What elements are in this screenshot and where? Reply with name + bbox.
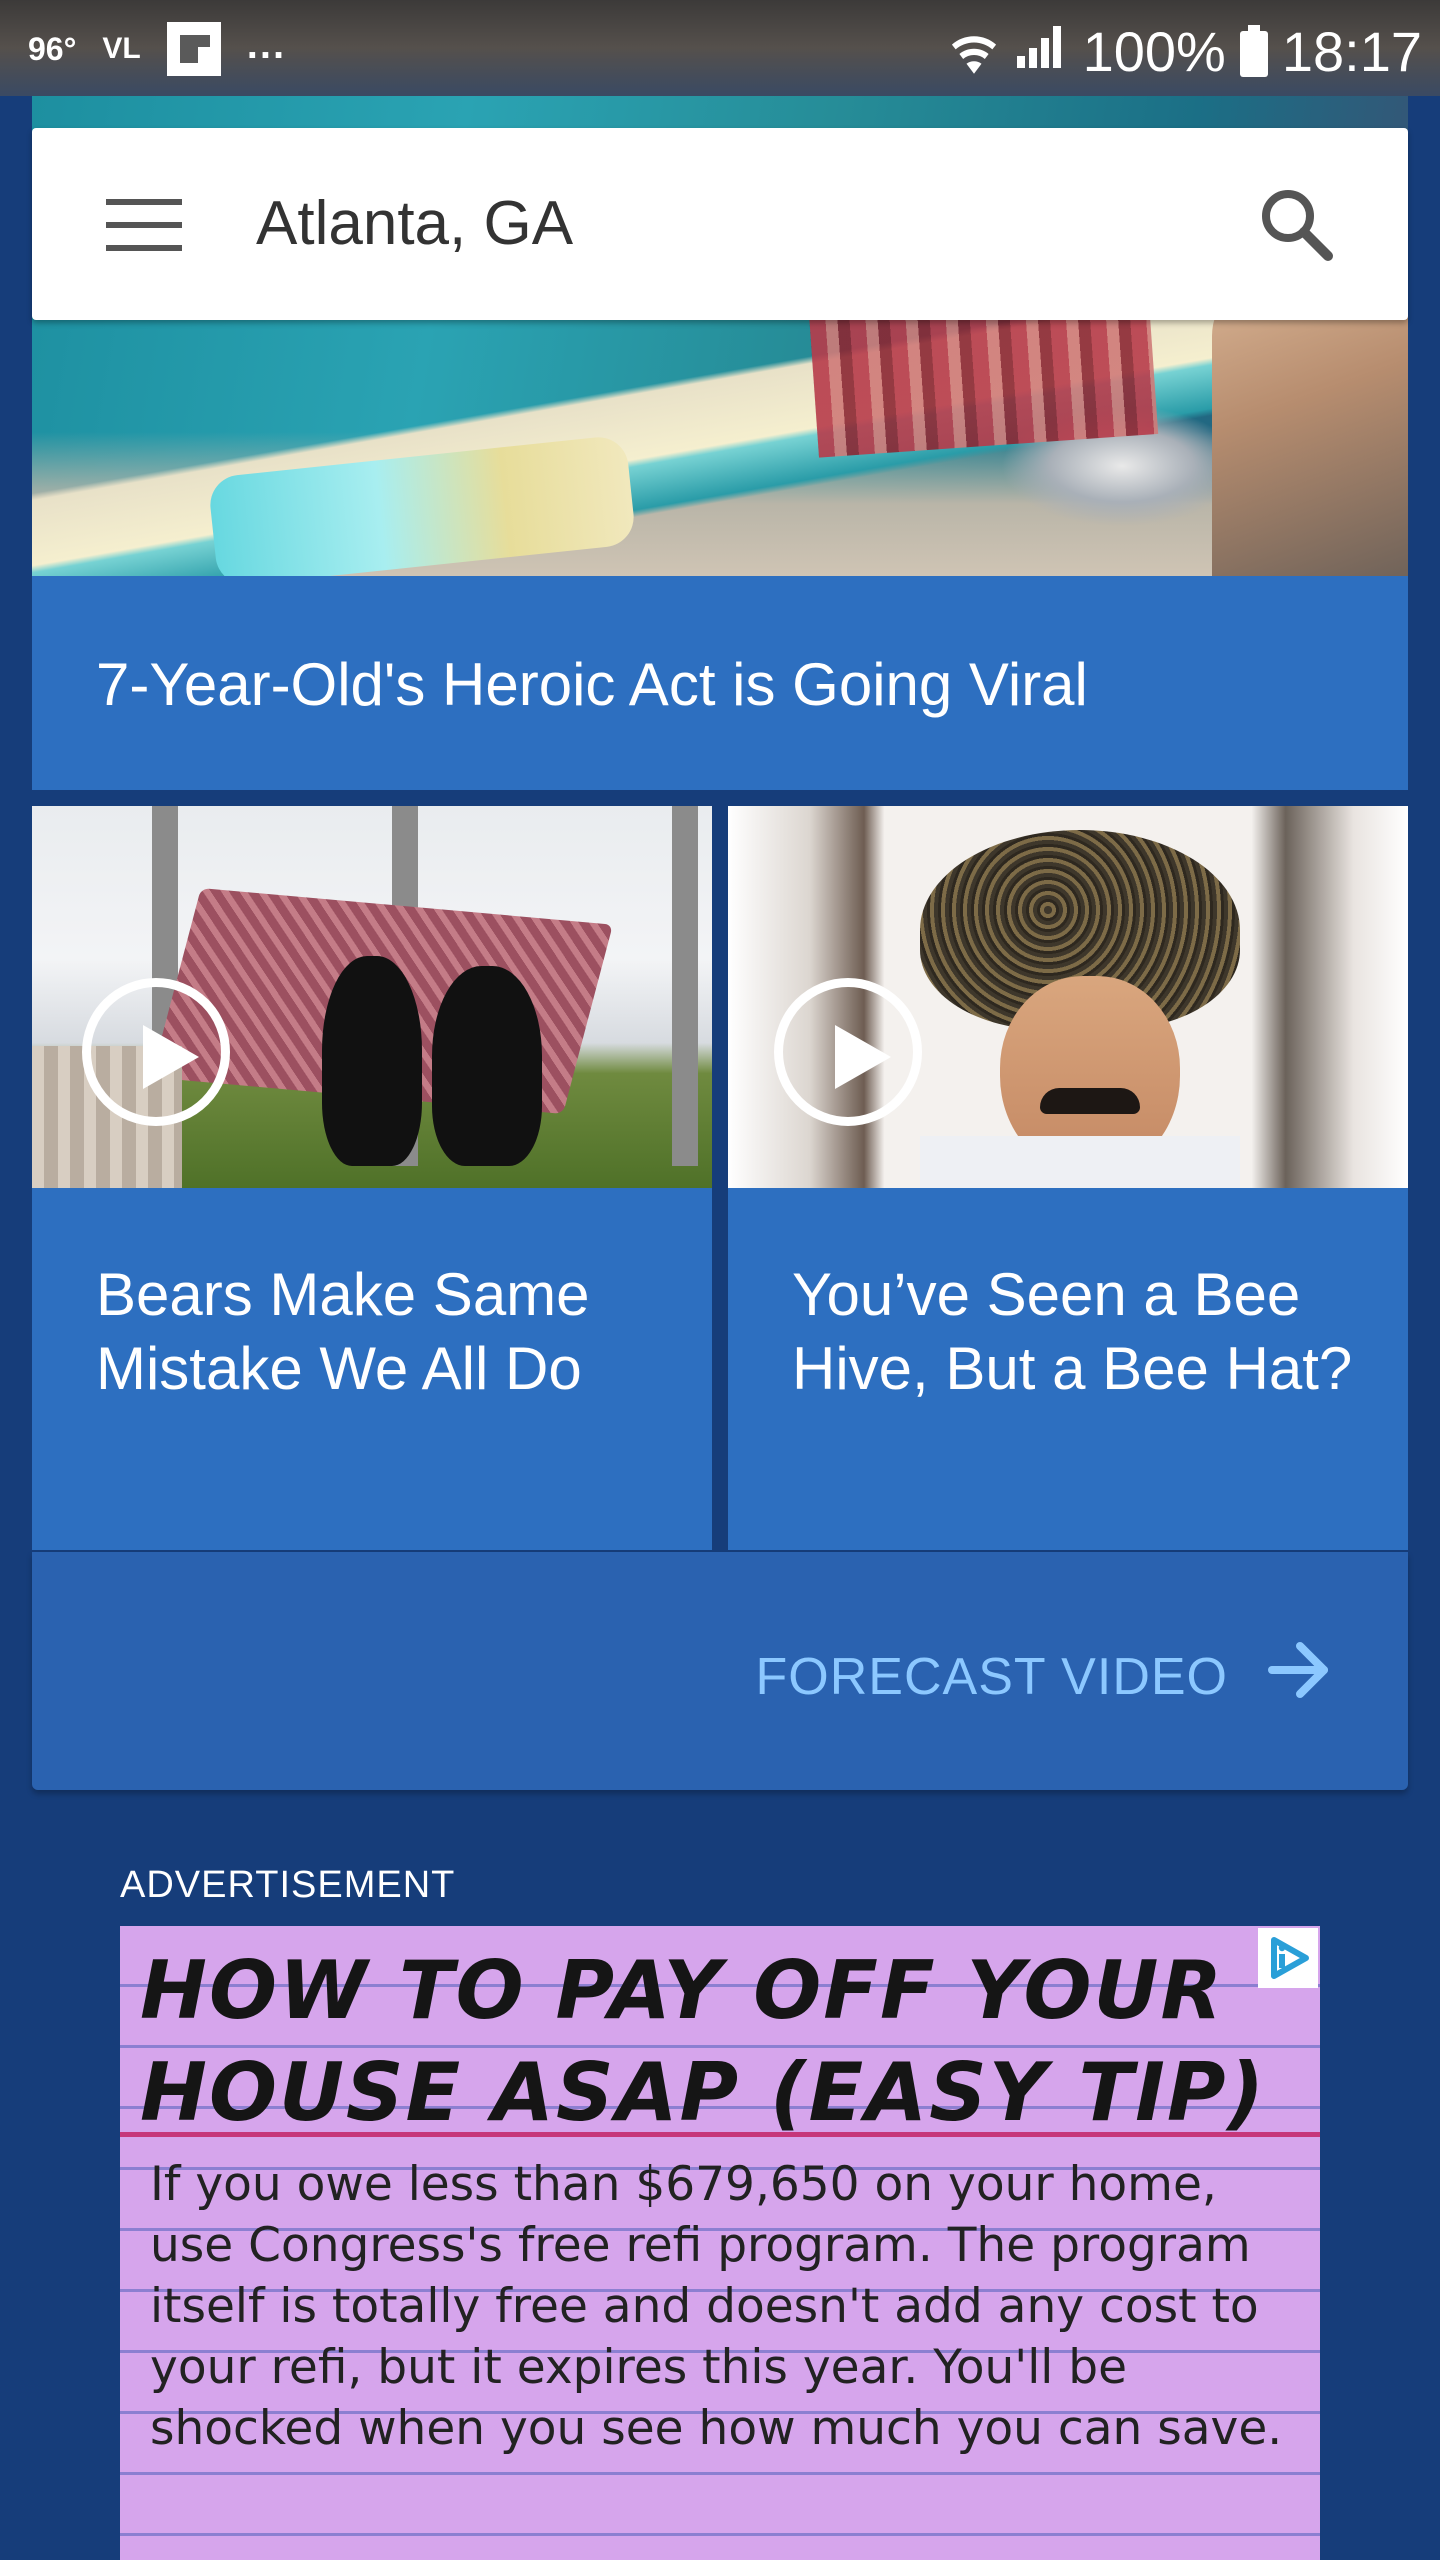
video-thumbnail-bee-hat[interactable] [728, 806, 1408, 1188]
arrow-right-icon [1264, 1634, 1336, 1719]
flipboard-notification-icon [166, 22, 221, 76]
play-icon[interactable] [774, 978, 922, 1126]
status-carrier-tag: VL [102, 32, 141, 65]
video-card-bee-hat[interactable]: You’ve Seen a Bee Hive, But a Bee Hat? [728, 806, 1408, 1550]
ad-title-line-1: HOW TO PAY OFF YOUR [140, 1944, 1225, 2037]
ad-title-line-2: HOUSE ASAP (EASY TIP) [140, 2046, 1267, 2139]
video-thumbnail-bears[interactable] [32, 806, 712, 1188]
hamburger-menu-icon[interactable] [106, 199, 182, 251]
advertisement-label: ADVERTISEMENT [120, 1864, 456, 1906]
hero-story-card[interactable]: 7-Year-Old's Heroic Act is Going Viral [32, 576, 1408, 790]
video-headline-bee-hat[interactable]: You’ve Seen a Bee Hive, But a Bee Hat? [792, 1258, 1372, 1406]
status-time: 18:17 [1281, 19, 1422, 83]
forecast-video-row: FORECAST VIDEO [32, 1552, 1408, 1790]
advertisement-banner[interactable]: HOW TO PAY OFF YOUR HOUSE ASAP (EASY TIP… [120, 1926, 1320, 2560]
thumbnail-detail [322, 956, 422, 1166]
thumbnail-detail [432, 966, 542, 1166]
search-icon[interactable] [1256, 184, 1336, 264]
location-search-bar: Atlanta, GA [32, 128, 1408, 320]
thumbnail-detail [920, 1136, 1240, 1188]
hero-image-detail [207, 434, 637, 576]
status-temperature: 96° [28, 30, 77, 67]
wifi-icon [949, 27, 999, 77]
video-card-bears[interactable]: Bears Make Same Mistake We All Do [32, 806, 712, 1550]
status-right: 100% 18:17 [949, 18, 1422, 85]
thumbnail-detail [1040, 1088, 1140, 1114]
forecast-video-label: FORECAST VIDEO [755, 1647, 1228, 1706]
battery-percent: 100% [1082, 19, 1226, 83]
status-more-indicator: ... [246, 22, 287, 67]
status-left: 96° VL ... [28, 22, 286, 76]
hero-image-detail [1212, 276, 1408, 576]
status-bar: 96° VL ... 100% 18:17 [0, 0, 1440, 96]
ad-title: HOW TO PAY OFF YOUR HOUSE ASAP (EASY TIP… [140, 1940, 1320, 2144]
video-headline-bears[interactable]: Bears Make Same Mistake We All Do [96, 1258, 676, 1406]
play-icon[interactable] [82, 978, 230, 1126]
cell-signal-icon [1013, 18, 1069, 85]
hero-headline[interactable]: 7-Year-Old's Heroic Act is Going Viral [96, 648, 1088, 722]
adchoices-icon[interactable] [1258, 1928, 1318, 1988]
battery-icon [1239, 24, 1268, 77]
location-label[interactable]: Atlanta, GA [256, 188, 573, 260]
ad-body-text: If you owe less than $679,650 on your ho… [150, 2157, 1283, 2456]
thumbnail-detail [672, 806, 698, 1166]
ad-title-underline [120, 2132, 1320, 2137]
forecast-video-link[interactable]: FORECAST VIDEO [756, 1634, 1336, 1719]
